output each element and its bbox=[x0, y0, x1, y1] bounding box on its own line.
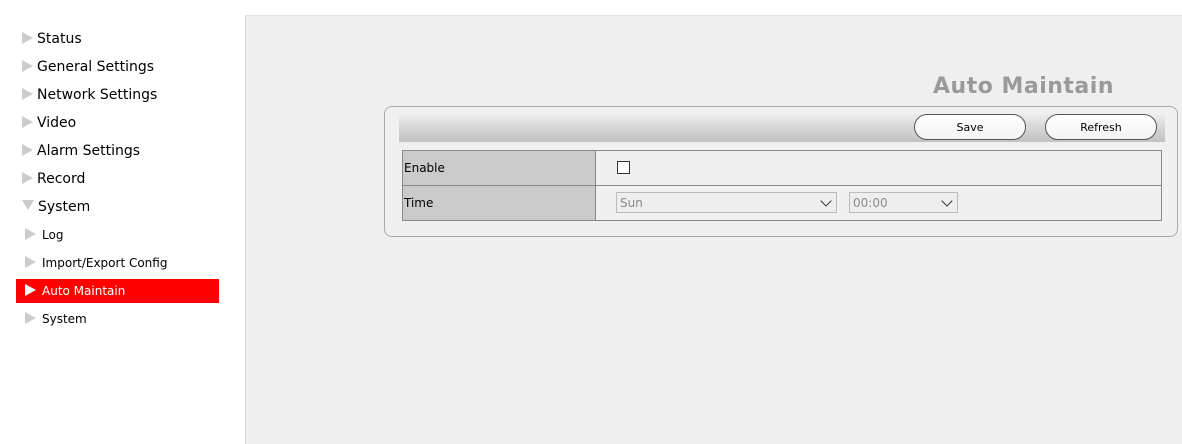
sidebar-item-network-settings[interactable]: Network Settings bbox=[22, 84, 157, 106]
table-row-time: Time Sun 00:00 bbox=[402, 185, 1162, 221]
sidebar-subitem-auto-maintain[interactable]: Auto Maintain bbox=[16, 279, 219, 303]
time-cell: Sun 00:00 bbox=[595, 185, 1162, 221]
sidebar-subitem-log[interactable]: Log bbox=[16, 223, 219, 247]
main-content: Auto Maintain Save Refresh Enable Time S… bbox=[245, 15, 1182, 444]
sidebar-subitem-label: System bbox=[42, 312, 87, 326]
triangle-right-icon bbox=[22, 116, 33, 128]
save-button[interactable]: Save bbox=[914, 114, 1026, 140]
refresh-button[interactable]: Refresh bbox=[1045, 114, 1157, 140]
settings-table: Enable Time Sun 00:00 bbox=[402, 150, 1162, 221]
sidebar-item-label: Network Settings bbox=[37, 87, 158, 103]
sidebar-subitem-label: Log bbox=[42, 228, 64, 242]
triangle-right-icon bbox=[25, 312, 36, 324]
table-row-enable: Enable bbox=[402, 150, 1162, 186]
sidebar-subitem-system[interactable]: System bbox=[16, 307, 219, 331]
sidebar-item-record[interactable]: Record bbox=[22, 168, 85, 190]
triangle-right-icon bbox=[22, 32, 33, 44]
time-select[interactable]: 00:00 bbox=[849, 192, 958, 213]
sidebar-subitem-label: Import/Export Config bbox=[42, 256, 168, 270]
day-select-value: Sun bbox=[620, 196, 643, 210]
page-title: Auto Maintain bbox=[933, 74, 1114, 99]
sidebar-item-label: Status bbox=[37, 31, 82, 47]
triangle-right-icon bbox=[25, 228, 36, 240]
time-label: Time bbox=[402, 185, 596, 221]
triangle-right-icon bbox=[22, 144, 33, 156]
sidebar-item-label: Video bbox=[37, 115, 77, 131]
sidebar: Status General Settings Network Settings… bbox=[0, 0, 245, 444]
sidebar-item-alarm-settings[interactable]: Alarm Settings bbox=[22, 140, 140, 162]
triangle-right-icon bbox=[22, 88, 33, 100]
chevron-down-icon bbox=[820, 195, 832, 207]
triangle-right-icon bbox=[25, 284, 36, 296]
settings-panel: Save Refresh Enable Time Sun 00:00 bbox=[384, 106, 1178, 237]
sidebar-subitem-import-export-config[interactable]: Import/Export Config bbox=[16, 251, 219, 275]
triangle-right-icon bbox=[22, 60, 33, 72]
sidebar-item-label: System bbox=[38, 199, 91, 215]
sidebar-item-status[interactable]: Status bbox=[22, 28, 82, 50]
day-select[interactable]: Sun bbox=[616, 192, 837, 213]
enable-cell bbox=[595, 150, 1162, 186]
triangle-right-icon bbox=[25, 256, 36, 268]
chevron-down-icon bbox=[941, 195, 953, 207]
sidebar-item-system[interactable]: System bbox=[22, 196, 90, 218]
triangle-right-icon bbox=[22, 172, 33, 184]
sidebar-item-label: Alarm Settings bbox=[37, 143, 141, 159]
sidebar-item-general-settings[interactable]: General Settings bbox=[22, 56, 154, 78]
sidebar-subitem-label: Auto Maintain bbox=[42, 284, 126, 298]
triangle-down-icon bbox=[22, 200, 34, 210]
enable-label: Enable bbox=[402, 150, 596, 186]
sidebar-item-label: General Settings bbox=[37, 59, 155, 75]
time-select-value: 00:00 bbox=[853, 196, 888, 210]
sidebar-item-label: Record bbox=[37, 171, 86, 187]
sidebar-item-video[interactable]: Video bbox=[22, 112, 76, 134]
enable-checkbox[interactable] bbox=[617, 161, 630, 174]
toolbar: Save Refresh bbox=[399, 111, 1165, 142]
